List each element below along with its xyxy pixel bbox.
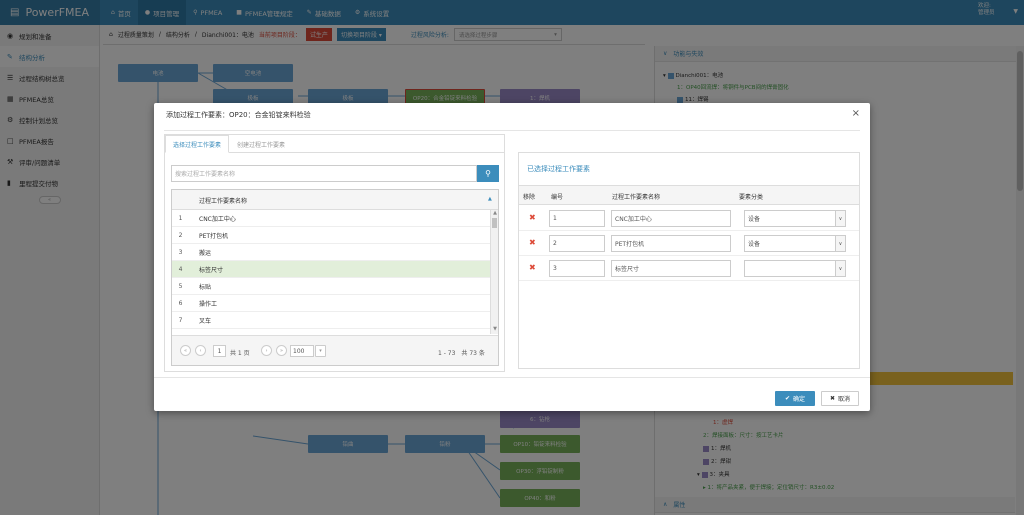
scroll-thumb[interactable] [492, 218, 497, 228]
number-field[interactable]: 1 [549, 210, 605, 227]
close-icon: ✖ [829, 395, 835, 402]
chevron-down-icon: ∨ [835, 236, 845, 251]
tab-create-element[interactable]: 创建过程工作要素 [229, 135, 293, 153]
dialog-footer: ✔ 确定 ✖ 取消 [154, 377, 870, 411]
grid-scrollbar[interactable]: ▲ ▼ [490, 210, 498, 334]
column-header-remove: 移除 [523, 194, 536, 201]
category-select[interactable]: 设备 ∨ [744, 235, 846, 252]
page-size-select[interactable]: 100 [290, 345, 314, 357]
element-grid: 过程工作要素名称 ▲ 1 CNC加工中心 2 PET打包机 3 搬运 4 标签尺寸 5标… [171, 189, 499, 366]
remove-icon[interactable]: ✖ [529, 213, 536, 222]
grid-header: 过程工作要素名称 ▲ [172, 190, 498, 210]
number-field[interactable]: 3 [549, 260, 605, 277]
table-row[interactable]: 7 叉车 [172, 312, 490, 329]
table-row[interactable]: 1 CNC加工中心 [172, 210, 490, 227]
dialog-title: 添加过程工作要素：OP20：合金铅锭来料检验 [166, 111, 311, 119]
column-header-name: 过程工作要素名称 [612, 194, 661, 201]
last-page-icon[interactable]: » [276, 345, 287, 356]
tab-select-element[interactable]: 选择过程工作要素 [165, 135, 230, 153]
first-page-icon[interactable]: « [180, 345, 191, 356]
column-header-no: 编号 [551, 194, 564, 201]
table-row[interactable]: 5 标贴 [172, 278, 490, 295]
selected-row: ✖ 2 PET打包机 设备 ∨ [519, 231, 859, 256]
dialog-body: 选择过程工作要素 创建过程工作要素 搜索过程工作要素名称 ⚲ 过程工作要素名称 … [164, 130, 860, 376]
name-field[interactable]: 标签尺寸 [611, 260, 731, 277]
search-button[interactable]: ⚲ [477, 165, 499, 182]
selected-row: ✖ 3 标签尺寸 ∨ [519, 256, 859, 281]
selected-row: ✖ 1 CNC加工中心 设备 ∨ [519, 206, 859, 231]
name-field[interactable]: CNC加工中心 [611, 210, 731, 227]
sort-icon[interactable]: ▲ [488, 196, 492, 202]
record-summary: 1 - 73 共 73 条 [438, 350, 485, 357]
chevron-down-icon: ∨ [835, 261, 845, 276]
column-header-name[interactable]: 过程工作要素名称 [199, 196, 247, 205]
category-select[interactable]: ∨ [744, 260, 846, 277]
table-row[interactable]: 3 搬运 [172, 244, 490, 261]
pagination: « ‹ 1 共 1 页 › » 100 ▾ 1 - 73 共 73 条 [172, 335, 498, 365]
next-page-icon[interactable]: › [261, 345, 272, 356]
chevron-down-icon: ∨ [835, 211, 845, 226]
category-select[interactable]: 设备 ∨ [744, 210, 846, 227]
total-pages: 共 1 页 [230, 350, 250, 357]
scroll-down-icon[interactable]: ▼ [491, 326, 499, 332]
close-icon[interactable]: × [852, 108, 860, 119]
search-input[interactable]: 搜索过程工作要素名称 [171, 165, 477, 182]
remove-icon[interactable]: ✖ [529, 263, 536, 272]
confirm-button[interactable]: ✔ 确定 [775, 391, 815, 406]
select-pane: 选择过程工作要素 创建过程工作要素 搜索过程工作要素名称 ⚲ 过程工作要素名称 … [164, 134, 505, 372]
selected-table-header: 移除 编号 过程工作要素名称 要素分类 [519, 185, 859, 205]
selected-title: 已选择过程工作要素 [527, 165, 590, 173]
check-icon: ✔ [784, 395, 790, 402]
name-field[interactable]: PET打包机 [611, 235, 731, 252]
page-input[interactable]: 1 [213, 345, 226, 357]
scroll-up-icon[interactable]: ▲ [491, 210, 499, 216]
add-work-element-dialog: 添加过程工作要素：OP20：合金铅锭来料检验 × 选择过程工作要素 创建过程工作… [154, 103, 870, 411]
table-row[interactable]: 2 PET打包机 [172, 227, 490, 244]
cancel-button[interactable]: ✖ 取消 [821, 391, 859, 406]
tab-bar: 选择过程工作要素 创建过程工作要素 [165, 135, 504, 153]
table-row[interactable]: 6 操作工 [172, 295, 490, 312]
caret-down-icon[interactable]: ▾ [315, 345, 326, 357]
selected-pane: 已选择过程工作要素 移除 编号 过程工作要素名称 要素分类 ✖ 1 CNC加工中… [518, 152, 860, 369]
search-icon: ⚲ [485, 169, 491, 178]
prev-page-icon[interactable]: ‹ [195, 345, 206, 356]
remove-icon[interactable]: ✖ [529, 238, 536, 247]
table-row[interactable]: 4 标签尺寸 [172, 261, 490, 278]
number-field[interactable]: 2 [549, 235, 605, 252]
column-header-category: 要素分类 [739, 194, 764, 201]
